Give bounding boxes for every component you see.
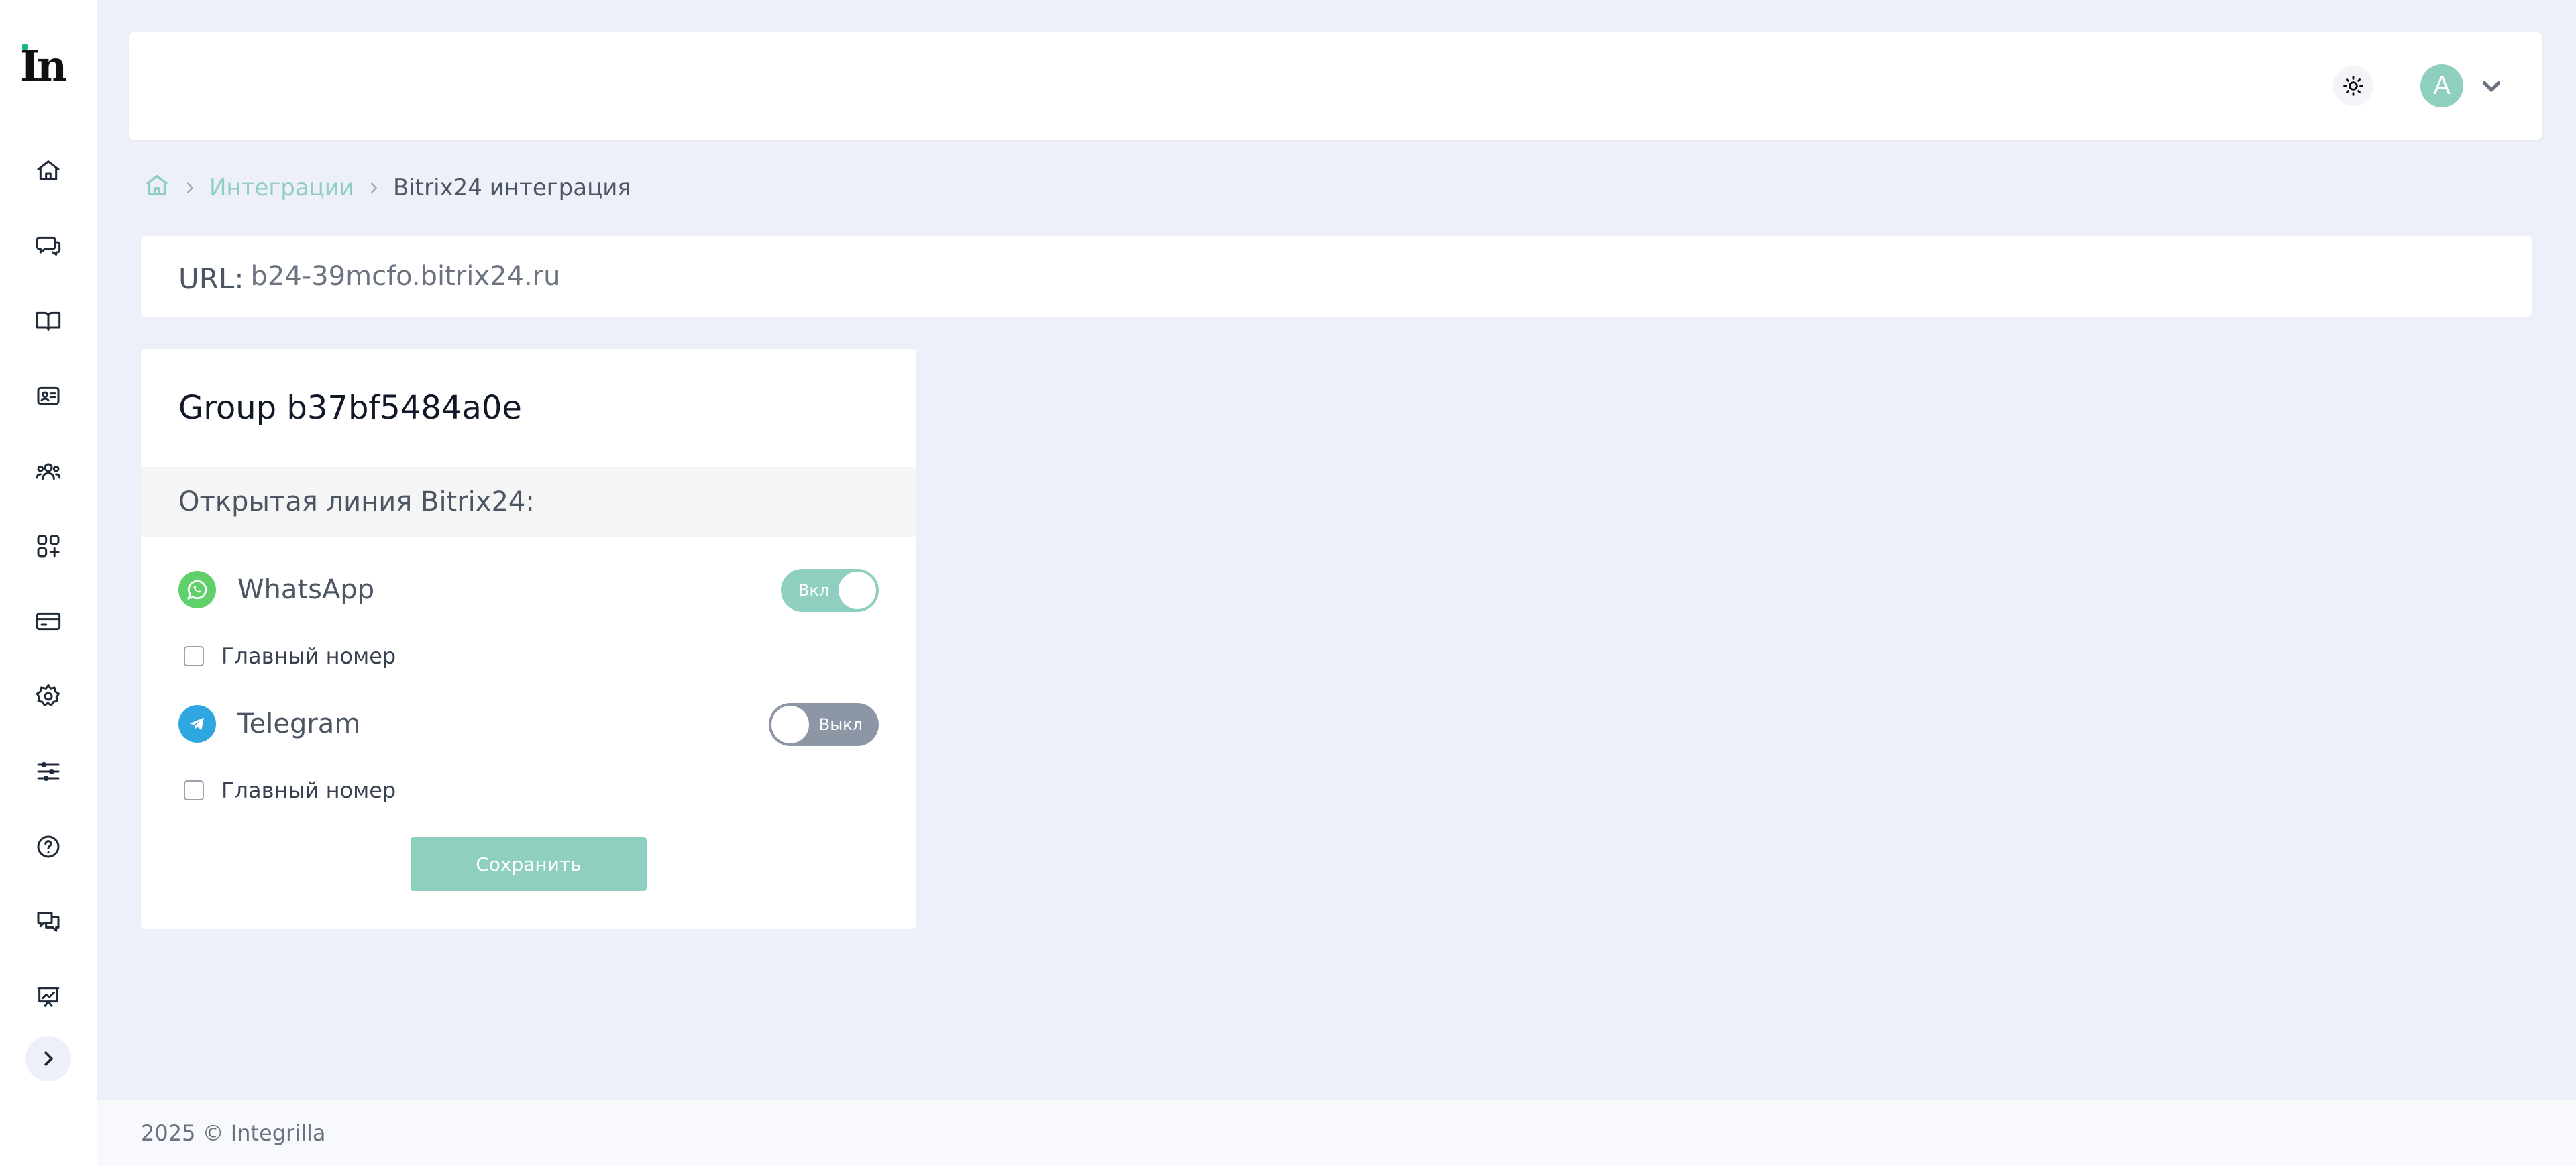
chevron-right-icon — [44, 1051, 53, 1066]
group-title: Group b37bf5484a0e — [178, 389, 522, 427]
home-icon — [37, 160, 60, 180]
channel-name: Telegram — [237, 708, 361, 739]
settings-gear-icon — [36, 684, 60, 706]
breadcrumb-current: Bitrix24 интеграция — [393, 174, 631, 201]
sun-icon — [2343, 76, 2363, 96]
chevron-down-icon — [2482, 81, 2501, 92]
open-line-section-header: Открытая линия Bitrix24: — [141, 467, 916, 537]
page-footer: 2025 © Integrilla — [97, 1100, 2576, 1166]
chevron-right-icon — [187, 182, 193, 193]
credit-card-icon — [36, 612, 61, 631]
messages-icon — [37, 912, 60, 932]
group-card: Group b37bf5484a0e Открытая линия Bitrix… — [141, 349, 916, 929]
copyright-text: 2025 © Integrilla — [141, 1120, 326, 1146]
telegram-toggle[interactable]: Выкл — [769, 703, 879, 746]
chevron-right-icon — [371, 182, 377, 193]
whatsapp-main-number-option: Главный номер — [184, 643, 396, 670]
sidebar-item-help[interactable] — [30, 828, 67, 865]
whatsapp-toggle[interactable]: Вкл — [781, 569, 879, 612]
channel-row-whatsapp: WhatsApp Вкл — [178, 566, 879, 613]
toggle-label: Вкл — [798, 581, 830, 600]
theme-toggle-button[interactable] — [2333, 66, 2373, 106]
sidebar-item-users[interactable] — [30, 452, 67, 490]
apps-add-icon — [37, 535, 60, 558]
top-header: A — [129, 32, 2542, 140]
sidebar-item-preferences[interactable] — [30, 753, 67, 790]
sidebar-expand-button[interactable] — [25, 1036, 71, 1081]
breadcrumb-integrations-link[interactable]: Интеграции — [209, 174, 354, 201]
toggle-knob — [771, 706, 809, 743]
sidebar-item-messages[interactable] — [30, 903, 67, 941]
logo-accent — [22, 44, 28, 50]
breadcrumb: Интеграции Bitrix24 интеграция — [144, 172, 631, 204]
presentation-chart-icon — [37, 987, 60, 1007]
sidebar-item-contacts[interactable] — [30, 377, 67, 415]
chat-bubbles-icon — [36, 236, 61, 256]
breadcrumb-separator — [366, 174, 381, 201]
breadcrumb-separator — [182, 174, 197, 201]
sidebar-item-billing[interactable] — [30, 602, 67, 640]
user-menu-toggle[interactable] — [2479, 74, 2504, 98]
checkbox-label: Главный номер — [221, 778, 396, 803]
url-label: URL: — [178, 262, 244, 295]
help-circle-icon — [37, 835, 60, 858]
sidebar-item-home[interactable] — [30, 152, 67, 189]
sliders-icon — [37, 762, 60, 781]
breadcrumb-home[interactable] — [144, 172, 170, 205]
book-icon — [36, 311, 61, 331]
telegram-main-number-option: Главный номер — [184, 777, 396, 804]
toggle-knob — [839, 572, 876, 609]
channel-name: WhatsApp — [237, 574, 375, 605]
telegram-main-number-checkbox[interactable] — [184, 780, 204, 800]
portal-url-bar: URL: b24-39mcfo.bitrix24.ru — [141, 236, 2532, 317]
telegram-icon — [178, 705, 216, 743]
sidebar-item-apps[interactable] — [30, 527, 67, 565]
sidebar-item-settings[interactable] — [30, 678, 67, 715]
save-button[interactable]: Сохранить — [411, 837, 647, 891]
channel-row-telegram: Telegram Выкл — [178, 700, 879, 747]
sidebar: In — [0, 0, 97, 1166]
sidebar-item-analytics[interactable] — [30, 978, 67, 1016]
checkbox-label: Главный номер — [221, 643, 396, 669]
whatsapp-icon — [178, 571, 216, 608]
whatsapp-main-number-checkbox[interactable] — [184, 646, 204, 666]
sidebar-item-knowledge[interactable] — [30, 302, 67, 339]
home-icon — [146, 174, 168, 195]
user-avatar[interactable]: A — [2420, 64, 2463, 107]
contact-card-icon — [37, 386, 60, 405]
users-icon — [36, 463, 61, 480]
url-value: b24-39mcfo.bitrix24.ru — [250, 261, 561, 292]
app-logo[interactable]: In — [20, 42, 76, 91]
sidebar-item-chats[interactable] — [30, 227, 67, 264]
toggle-label: Выкл — [818, 715, 863, 734]
